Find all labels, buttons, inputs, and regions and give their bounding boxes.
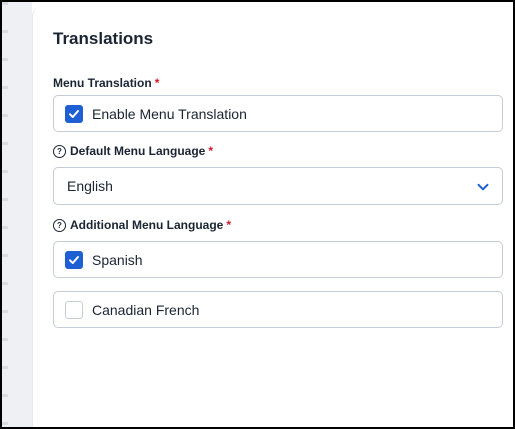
chevron-down-icon <box>477 183 489 191</box>
translations-panel: Translations Menu Translation * Enable M… <box>32 6 513 427</box>
language-option-spanish[interactable]: Spanish <box>53 241 503 278</box>
spanish-label: Spanish <box>92 251 143 268</box>
default-menu-language-label-text: Default Menu Language <box>70 144 206 158</box>
spanish-checkbox[interactable] <box>65 250 83 269</box>
question-circle-icon[interactable]: ? <box>53 218 66 232</box>
additional-menu-language-label: ? Additional Menu Language * <box>53 218 231 232</box>
required-marker: * <box>154 76 160 90</box>
enable-menu-translation-option[interactable]: Enable Menu Translation <box>53 95 503 132</box>
canadian-french-checkbox[interactable] <box>65 300 83 319</box>
canadian-french-label: Canadian French <box>92 301 200 318</box>
default-menu-language-label: ? Default Menu Language * <box>53 144 213 158</box>
left-rail <box>2 2 32 427</box>
menu-translation-label: Menu Translation * <box>53 76 159 90</box>
checkmark-icon <box>69 109 79 118</box>
required-marker: * <box>226 218 231 232</box>
default-language-value: English <box>67 178 113 194</box>
question-circle-icon[interactable]: ? <box>53 144 66 158</box>
additional-menu-language-label-text: Additional Menu Language <box>70 218 224 232</box>
menu-translation-label-text: Menu Translation <box>53 76 152 90</box>
screenshot-frame: Translations Menu Translation * Enable M… <box>0 0 515 429</box>
checkmark-icon <box>69 255 79 264</box>
language-option-canadian-french[interactable]: Canadian French <box>53 291 503 328</box>
enable-menu-translation-checkbox[interactable] <box>65 104 83 123</box>
enable-menu-translation-text: Enable Menu Translation <box>92 105 247 122</box>
section-title: Translations <box>53 29 154 48</box>
required-marker: * <box>208 144 214 158</box>
default-language-select[interactable]: English <box>53 167 503 205</box>
